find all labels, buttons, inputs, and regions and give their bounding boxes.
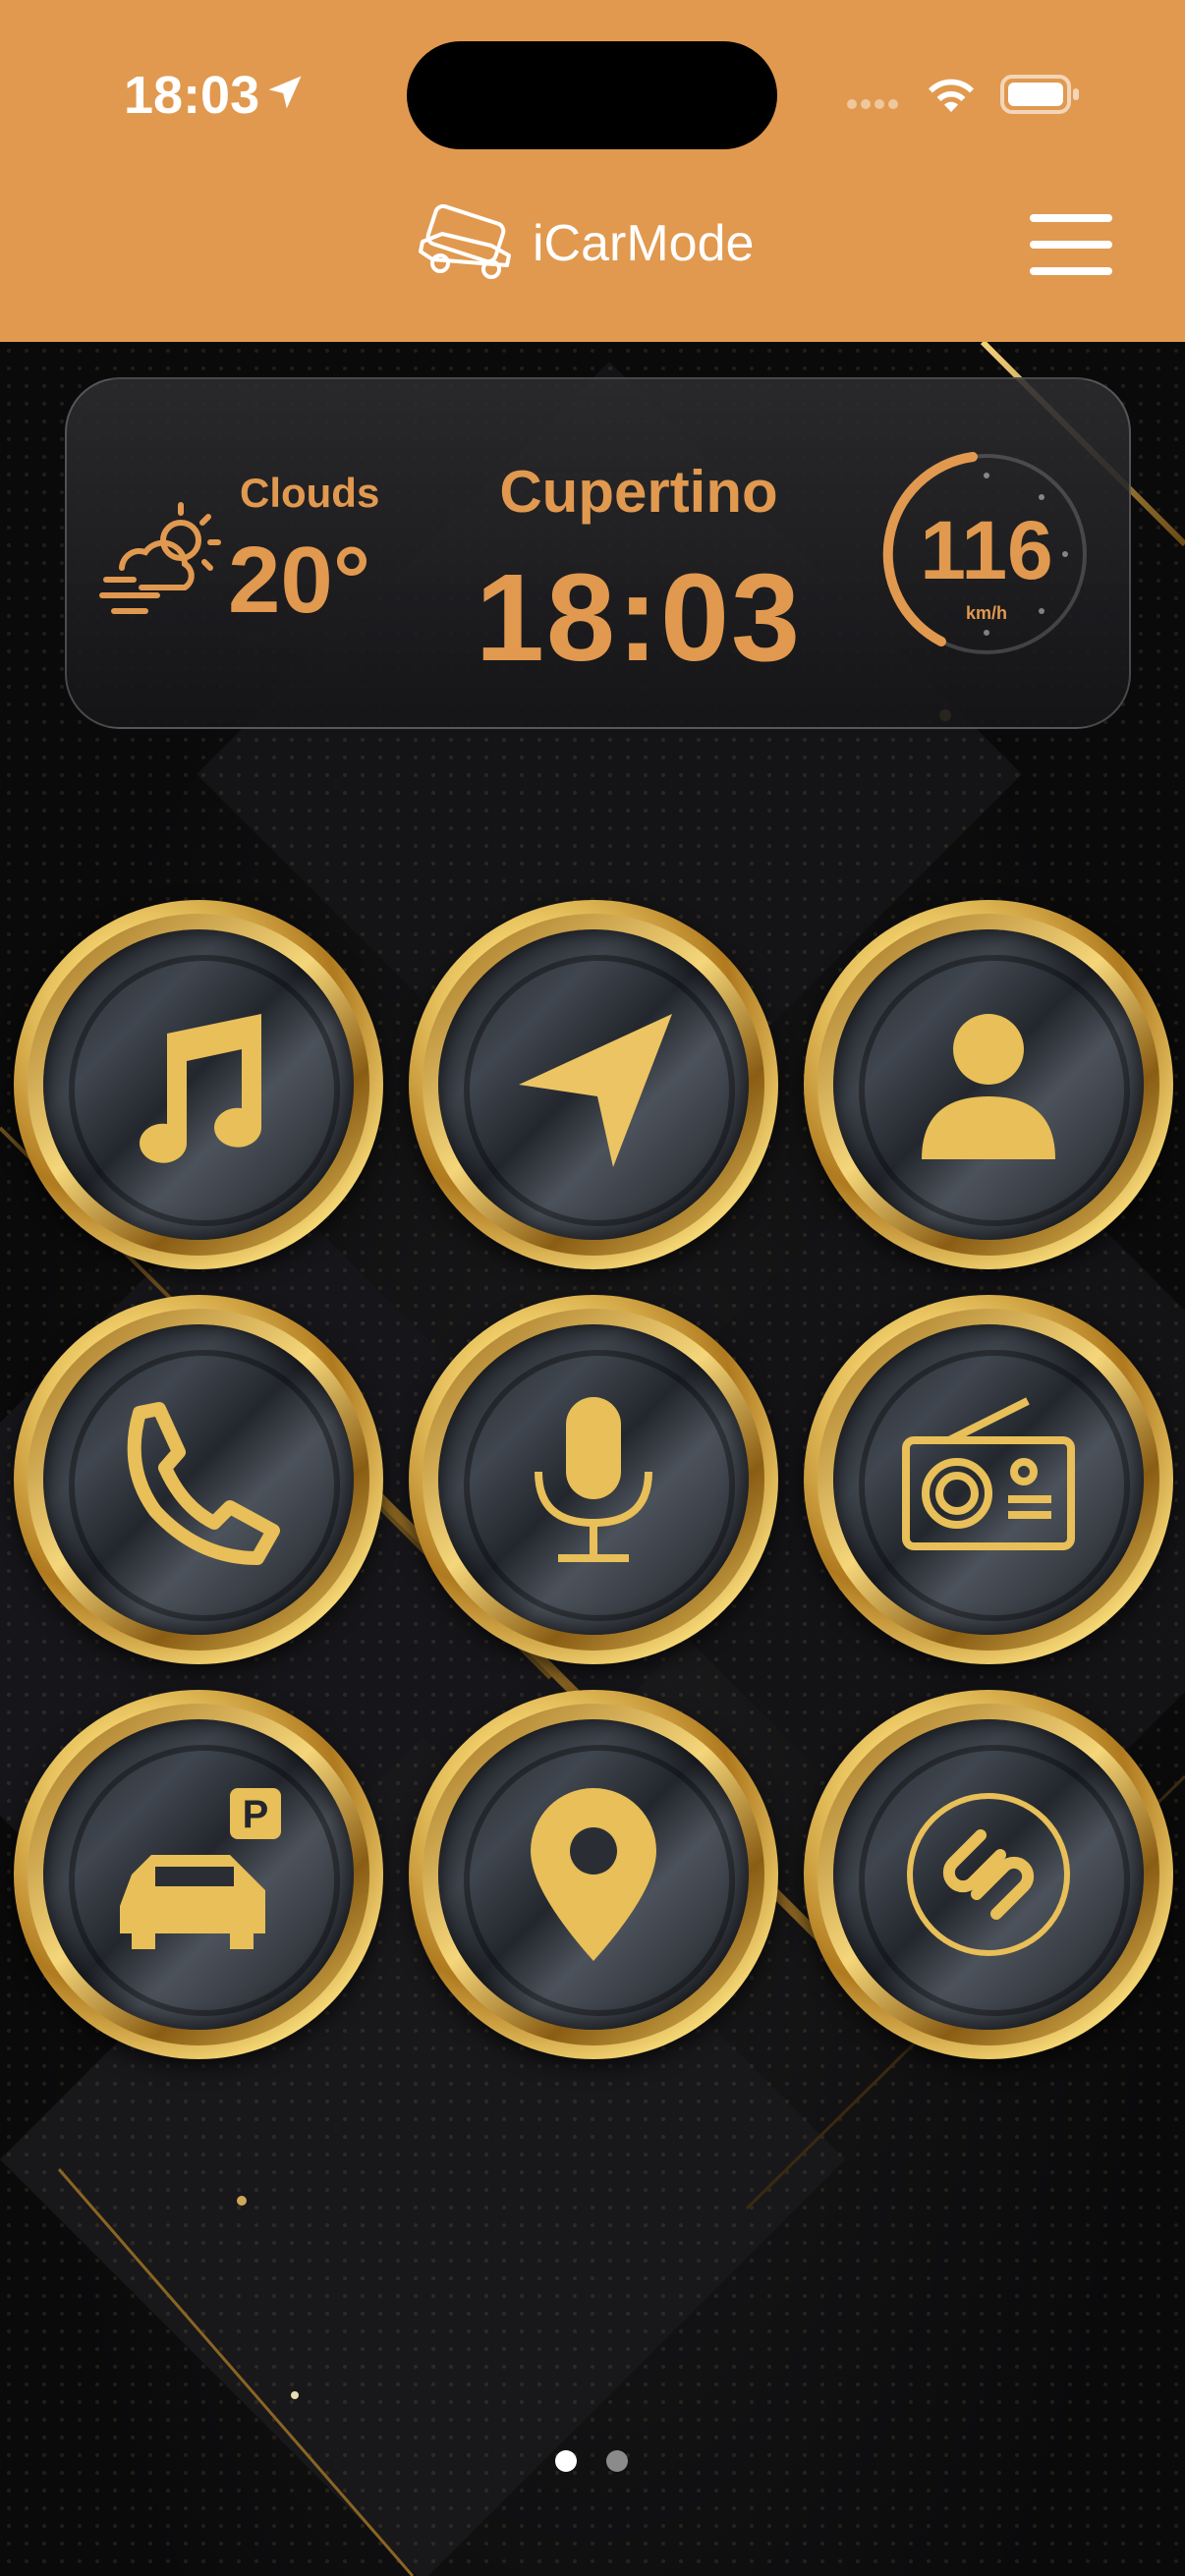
- signal-icon: [847, 96, 902, 114]
- speed-value: 116: [920, 504, 1053, 596]
- voice-app-button[interactable]: [409, 1295, 778, 1664]
- city-name: Cupertino: [499, 459, 778, 525]
- location-arrow-icon: [268, 76, 302, 109]
- navigation-app-button[interactable]: [409, 900, 778, 1269]
- navigation-arrow-icon: [519, 1014, 672, 1167]
- shazam-app-button[interactable]: [804, 1690, 1173, 2059]
- widget-clock: 18:03: [475, 548, 803, 687]
- app-title: iCarMode: [533, 215, 755, 272]
- microphone-icon: [535, 1397, 652, 1562]
- wifi-icon: [929, 79, 974, 112]
- page-indicator-dot-1[interactable]: [555, 2450, 577, 2472]
- contacts-app-button[interactable]: [804, 900, 1173, 1269]
- weather-temperature: 20°: [228, 528, 371, 633]
- page-indicator-dot-2[interactable]: [606, 2450, 628, 2472]
- dynamic-island: [407, 41, 777, 149]
- battery-icon: [1000, 75, 1079, 114]
- app-header: 18:03 iCarMode: [0, 0, 1185, 342]
- music-app-button[interactable]: [14, 900, 383, 1269]
- phone-app-button[interactable]: [14, 1295, 383, 1664]
- shazam-icon: [907, 1793, 1070, 1956]
- location-app-button[interactable]: [409, 1690, 778, 2059]
- weather-condition: Clouds: [240, 470, 380, 516]
- hamburger-menu-button[interactable]: [1030, 214, 1112, 275]
- map-pin-icon: [531, 1788, 656, 1961]
- car-parking-icon: P: [120, 1788, 281, 1949]
- hamburger-menu-icon: [1030, 214, 1112, 222]
- radio-icon: [902, 1397, 1075, 1550]
- parking-app-button[interactable]: P: [14, 1690, 383, 2059]
- contact-person-icon: [922, 1014, 1055, 1159]
- radio-app-button[interactable]: [804, 1295, 1173, 1664]
- car-phone-logo-icon: [419, 204, 511, 279]
- speed-unit: km/h: [965, 603, 1007, 623]
- music-note-icon: [140, 1014, 261, 1163]
- phone-handset-icon: [127, 1402, 280, 1565]
- status-bar-time: 18:03: [124, 66, 260, 125]
- svg-text:P: P: [243, 1793, 269, 1836]
- cloud-sun-wind-icon: [99, 502, 221, 614]
